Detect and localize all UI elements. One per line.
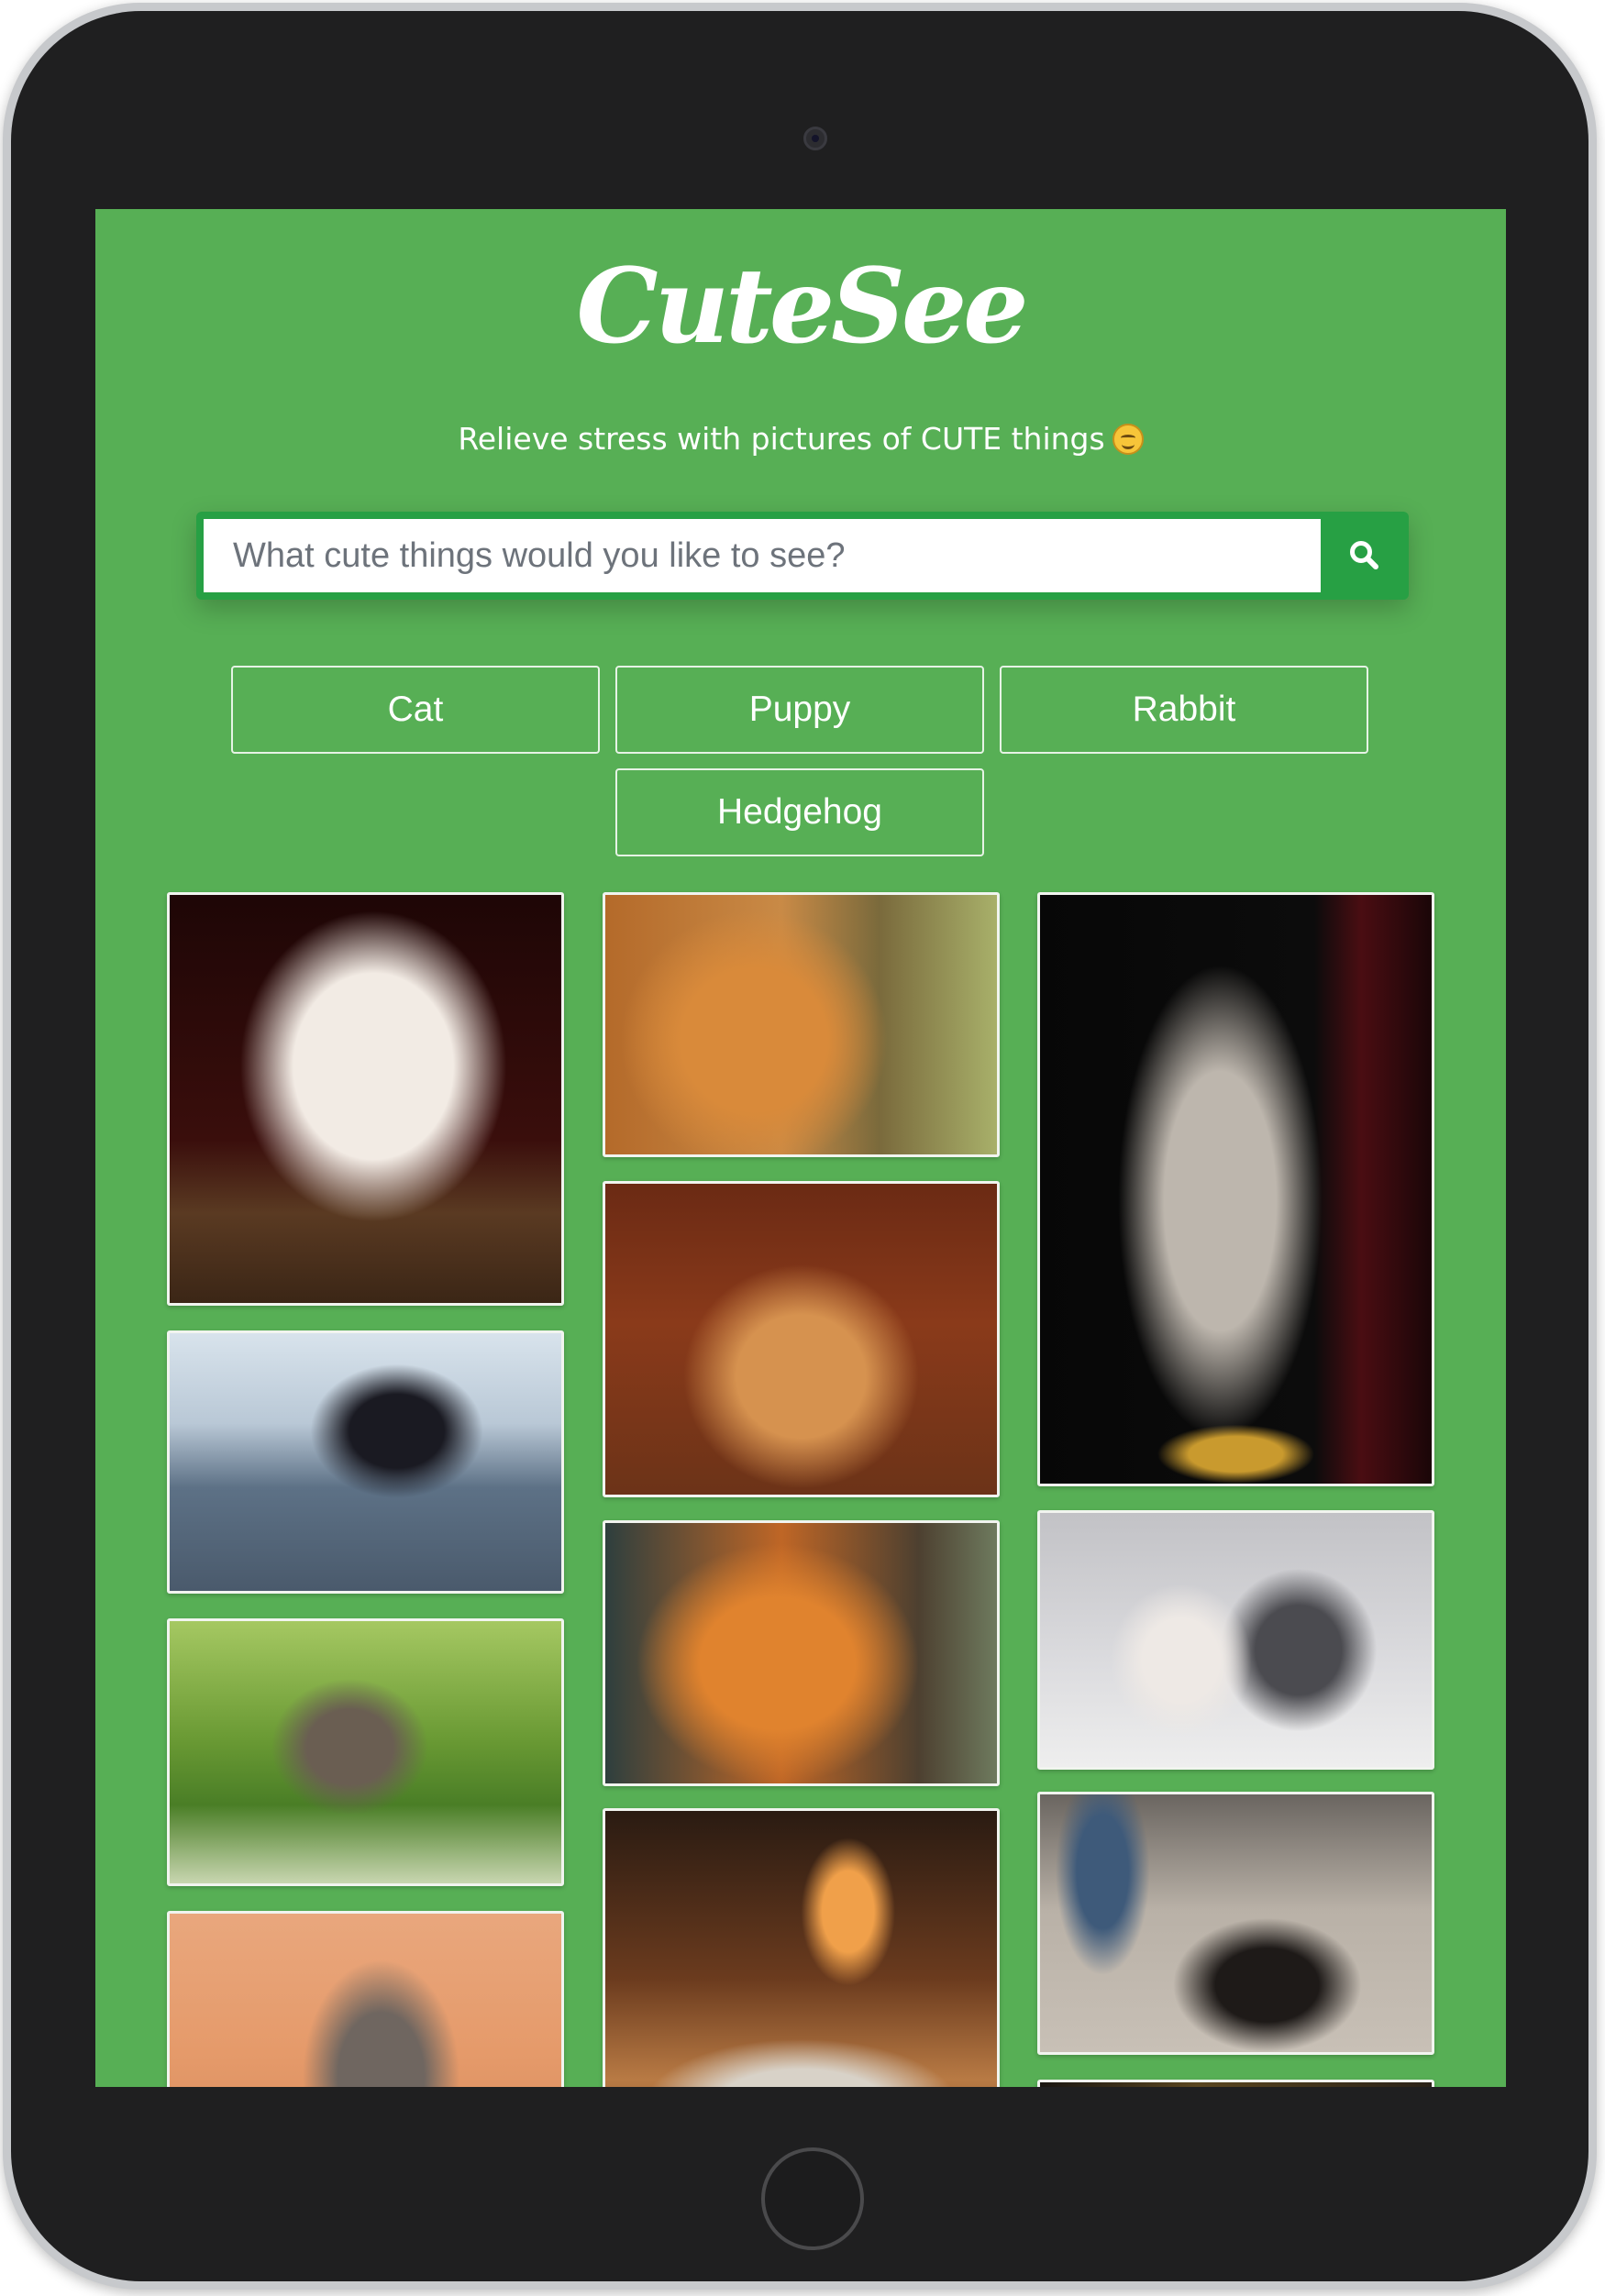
orange-kitten-butterfly-photo[interactable] bbox=[603, 1181, 1000, 1497]
goldfish-bowl-cat-photo[interactable] bbox=[603, 1808, 1000, 2087]
smiley-icon bbox=[1112, 424, 1144, 455]
camera-icon bbox=[803, 127, 827, 150]
dark-partial-photo[interactable] bbox=[1037, 2080, 1434, 2087]
search-input[interactable] bbox=[204, 519, 1321, 592]
kitten-guitar-case-photo[interactable] bbox=[1037, 1792, 1434, 2055]
scottish-fold-kitten-photo[interactable] bbox=[167, 1911, 564, 2087]
search-icon bbox=[1350, 541, 1378, 569]
black-white-kitten-flower-photo[interactable] bbox=[167, 1330, 564, 1594]
home-button[interactable] bbox=[761, 2147, 864, 2250]
orange-cat-net-photo[interactable] bbox=[603, 892, 1000, 1157]
tabby-kitten-daisies-photo[interactable] bbox=[167, 1618, 564, 1886]
white-gray-kittens-photo[interactable] bbox=[1037, 1510, 1434, 1770]
filter-rabbit-button[interactable]: Rabbit bbox=[1000, 666, 1368, 754]
search-bar bbox=[196, 512, 1409, 600]
app-screen: CuteSee Relieve stress with pictures of … bbox=[95, 209, 1506, 2087]
filter-cat-button[interactable]: Cat bbox=[231, 666, 600, 754]
orange-cat-winking-photo[interactable] bbox=[603, 1520, 1000, 1786]
filter-puppy-button[interactable]: Puppy bbox=[615, 666, 984, 754]
tabby-white-cat-sitting-photo[interactable] bbox=[1037, 892, 1434, 1486]
search-button[interactable] bbox=[1321, 512, 1409, 600]
app-logo: CuteSee bbox=[576, 247, 1029, 367]
tagline-text: Relieve stress with pictures of CUTE thi… bbox=[458, 421, 1105, 457]
tagline: Relieve stress with pictures of CUTE thi… bbox=[95, 420, 1506, 459]
filter-hedgehog-button[interactable]: Hedgehog bbox=[615, 768, 984, 856]
white-kitten-photo[interactable] bbox=[167, 892, 564, 1306]
